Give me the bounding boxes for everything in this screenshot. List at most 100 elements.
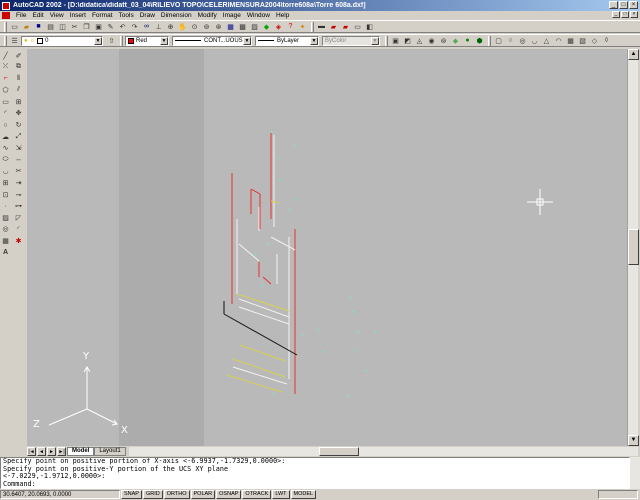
- tool-palette-icon[interactable]: ▨: [249, 22, 260, 32]
- circle-icon[interactable]: ○: [0, 120, 11, 131]
- menu-insert[interactable]: Insert: [67, 12, 89, 19]
- ellipse-arc-icon[interactable]: ◡: [0, 166, 11, 177]
- menu-help[interactable]: Help: [273, 12, 292, 19]
- fillet-icon[interactable]: ◜: [13, 224, 24, 235]
- shade-flat-icon[interactable]: ⬢: [474, 36, 485, 46]
- scale-icon[interactable]: ⤢: [13, 131, 24, 142]
- box-icon[interactable]: ▣: [390, 36, 401, 46]
- construction-line-icon[interactable]: ⤫: [0, 62, 11, 73]
- multiline-text-icon[interactable]: A: [0, 247, 11, 258]
- redo-icon[interactable]: ↷: [129, 22, 140, 32]
- open-icon[interactable]: ▰: [21, 22, 32, 32]
- model-toggle[interactable]: MODEL: [290, 490, 317, 499]
- osnap-toggle[interactable]: OSNAP: [216, 490, 242, 499]
- menu-tools[interactable]: Tools: [116, 12, 137, 19]
- mesh-icon[interactable]: ▦: [565, 36, 576, 46]
- trim-icon[interactable]: ✂: [13, 166, 24, 177]
- explode-icon[interactable]: ✱: [13, 236, 24, 247]
- toolbar-grip[interactable]: [488, 35, 491, 46]
- coordinate-readout[interactable]: 30.6407, 20.0693, 0.0000: [0, 490, 120, 499]
- color-select[interactable]: Red ▼: [125, 35, 169, 46]
- shade-gouraud-icon[interactable]: ●: [462, 36, 473, 46]
- menu-image[interactable]: Image: [220, 12, 244, 19]
- move-icon[interactable]: ✥: [13, 108, 24, 119]
- offset-icon[interactable]: ⫽: [13, 85, 24, 96]
- today-icon[interactable]: ✦: [297, 22, 308, 32]
- edge-icon[interactable]: ◊: [601, 36, 612, 46]
- menu-format[interactable]: Format: [89, 12, 116, 19]
- spline-icon[interactable]: ∿: [0, 143, 11, 154]
- dbconnect-icon[interactable]: ◆: [261, 22, 272, 32]
- 3d-orbit-icon[interactable]: ▭: [352, 22, 363, 32]
- close-button[interactable]: ×: [629, 1, 638, 9]
- ucs-icon[interactable]: ⊥: [153, 22, 164, 32]
- ellipse-icon[interactable]: ⬭: [0, 154, 11, 165]
- vertical-scroll-thumb[interactable]: [628, 229, 639, 265]
- paste-icon[interactable]: ▣: [93, 22, 104, 32]
- zoom-previous-icon[interactable]: ⊛: [213, 22, 224, 32]
- doc-minimize-button[interactable]: _: [612, 11, 620, 18]
- dome-icon[interactable]: ◠: [553, 36, 564, 46]
- scroll-down-icon[interactable]: ▼: [628, 435, 639, 446]
- horizontal-scrollbar[interactable]: [128, 446, 638, 456]
- chevron-down-icon[interactable]: ▼: [310, 36, 318, 45]
- command-prompt[interactable]: Command:: [3, 480, 629, 488]
- maximize-button[interactable]: □: [619, 1, 628, 9]
- break-point-icon[interactable]: ⊸: [13, 189, 24, 200]
- copy-object-icon[interactable]: ⧉: [13, 62, 24, 73]
- first-tab-icon[interactable]: |◄: [27, 446, 36, 456]
- polyline-icon[interactable]: ⌐: [0, 73, 11, 84]
- mirror-icon[interactable]: ⫴: [13, 73, 24, 84]
- snap-from-icon[interactable]: ⊕: [165, 22, 176, 32]
- menu-window[interactable]: Window: [244, 12, 273, 19]
- hyperlink-icon[interactable]: ∞: [141, 22, 152, 32]
- horizontal-scroll-thumb[interactable]: [318, 446, 359, 456]
- model-space-canvas[interactable]: Y X Z: [27, 49, 627, 446]
- pyramid-icon[interactable]: △: [541, 36, 552, 46]
- torus-icon[interactable]: ◎: [517, 36, 528, 46]
- shade-icon[interactable]: ▰: [340, 22, 351, 32]
- table-icon[interactable]: ▦: [0, 236, 11, 247]
- toolbar-grip[interactable]: [120, 35, 123, 46]
- zoom-window-icon[interactable]: ⊚: [201, 22, 212, 32]
- pan-icon[interactable]: ✋: [177, 22, 188, 32]
- grid-toggle[interactable]: GRID: [142, 490, 163, 499]
- layout-view-icon[interactable]: ▬: [316, 22, 327, 32]
- new-icon[interactable]: ▭: [9, 22, 20, 32]
- doc-restore-button[interactable]: □: [621, 11, 629, 18]
- tab-layout1[interactable]: Layout1: [94, 446, 126, 456]
- markup-icon[interactable]: ◈: [273, 22, 284, 32]
- region-icon[interactable]: ◎: [0, 224, 11, 235]
- sphere-icon[interactable]: ◉: [426, 36, 437, 46]
- menu-file[interactable]: File: [13, 12, 29, 19]
- rectangle-icon[interactable]: ▭: [0, 96, 11, 107]
- rectangle-3d-icon[interactable]: ▢: [493, 36, 504, 46]
- command-scrollbar[interactable]: [630, 457, 640, 489]
- polygon-icon[interactable]: ⬠: [0, 85, 11, 96]
- menu-edit[interactable]: Edit: [29, 12, 46, 19]
- scroll-up-icon[interactable]: ▲: [628, 49, 639, 60]
- cone-icon[interactable]: ◬: [414, 36, 425, 46]
- toolbar-grip[interactable]: [4, 21, 7, 32]
- snap-toggle[interactable]: SNAP: [121, 490, 142, 499]
- toolbar-grip[interactable]: [4, 35, 7, 46]
- linetype-select[interactable]: CONT...UOUS ▼: [172, 35, 252, 46]
- make-object-layer-current-icon[interactable]: ⇧: [106, 36, 117, 46]
- menu-dimension[interactable]: Dimension: [158, 12, 195, 19]
- line-icon[interactable]: ╱: [0, 50, 11, 61]
- print-icon[interactable]: ▤: [45, 22, 56, 32]
- command-window[interactable]: Specify point on positive portion of X-a…: [0, 457, 630, 489]
- chevron-down-icon[interactable]: ▼: [160, 36, 168, 45]
- help-icon[interactable]: ?: [285, 22, 296, 32]
- copy-icon[interactable]: ❐: [81, 22, 92, 32]
- chevron-down-icon[interactable]: ▼: [94, 36, 102, 45]
- tab-model[interactable]: Model: [67, 446, 95, 456]
- vertical-scrollbar[interactable]: ▲ ▼: [627, 49, 639, 446]
- cylinder-icon[interactable]: ⊚: [438, 36, 449, 46]
- properties-icon[interactable]: ▦: [225, 22, 236, 32]
- camera-icon[interactable]: ◧: [364, 22, 375, 32]
- otrack-toggle[interactable]: OTRACK: [242, 490, 272, 499]
- zoom-realtime-icon[interactable]: ⊙: [189, 22, 200, 32]
- design-center-icon[interactable]: ▩: [237, 22, 248, 32]
- layer-manager-icon[interactable]: ☰: [9, 36, 20, 46]
